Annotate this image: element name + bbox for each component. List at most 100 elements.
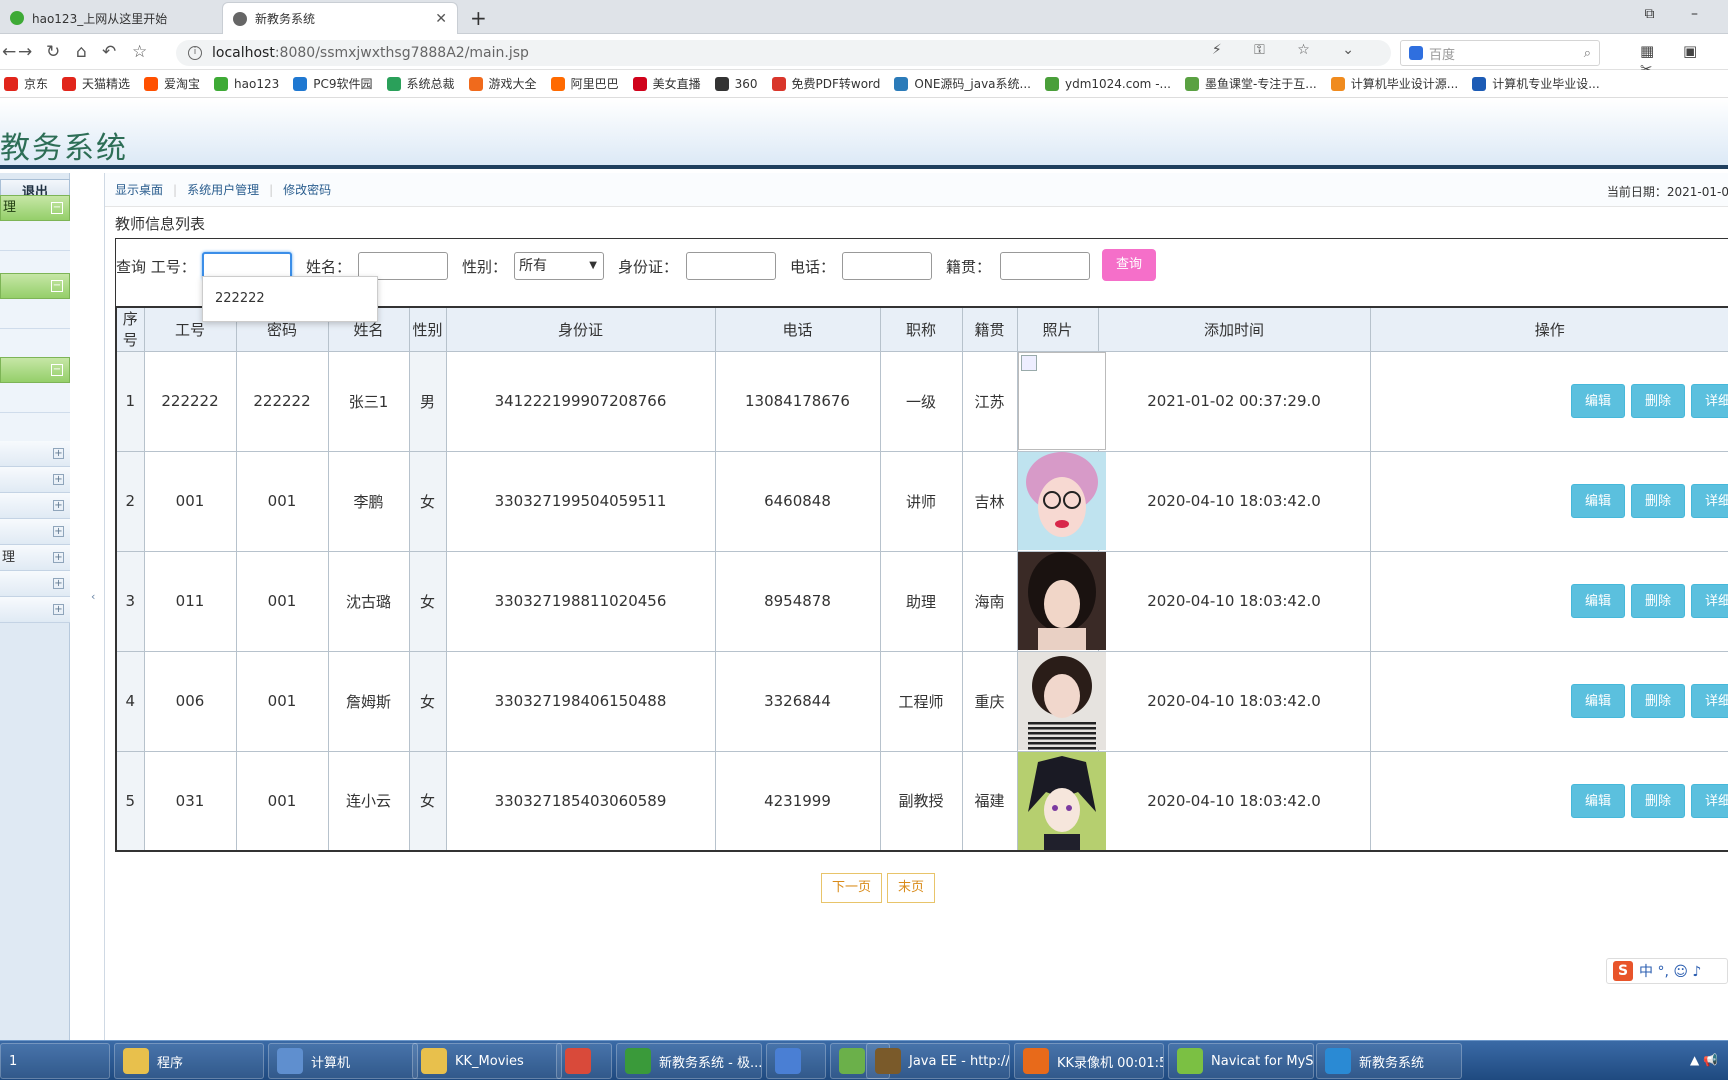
bookmark-item[interactable]: 美女直播 [632, 75, 701, 92]
sidebar-collapsed-item[interactable]: + [0, 571, 70, 597]
expand-icon[interactable]: + [53, 552, 64, 563]
edit-button[interactable]: 编辑 [1570, 584, 1625, 618]
undo-icon[interactable]: ↶ [102, 42, 116, 62]
bookmark-item[interactable]: 墨鱼课堂-专注于互... [1184, 75, 1317, 92]
bookmark-item[interactable]: 计算机专业毕业设... [1472, 75, 1600, 92]
sidebar-subitem[interactable] [0, 383, 70, 413]
info-icon[interactable]: i [188, 46, 202, 60]
reload-icon[interactable]: ↻ [46, 42, 60, 62]
expand-icon[interactable]: + [53, 578, 64, 589]
taskbar-item[interactable]: 新教务系统 [1316, 1043, 1462, 1079]
tab-jiaowu[interactable]: 新教务系统 ✕ [222, 2, 458, 34]
close-tab-icon[interactable]: ✕ [435, 11, 447, 27]
bookmark-item[interactable]: 天猫精选 [62, 75, 130, 92]
bookmark-item[interactable]: ydm1024.com -... [1044, 76, 1171, 91]
bookmark-item[interactable]: 京东 [4, 75, 48, 92]
detail-button[interactable]: 详细 [1690, 384, 1728, 418]
bookmark-item[interactable]: 计算机毕业设计源... [1330, 75, 1458, 92]
delete-button[interactable]: 删除 [1630, 783, 1685, 818]
forward-icon[interactable]: → [18, 42, 32, 62]
bookmark-item[interactable]: PC9软件园 [293, 75, 373, 92]
address-action-icons[interactable]: ⚡ ⚿ ☆ ⌄ [1212, 42, 1368, 58]
window-controls[interactable]: ⧉ – [1645, 6, 1714, 22]
gender: 男 [408, 350, 447, 452]
delete-button[interactable]: 删除 [1630, 484, 1685, 518]
next-page-button[interactable]: 下一页 [821, 873, 883, 903]
edit-button[interactable]: 编辑 [1570, 384, 1625, 418]
sidebar-group-1[interactable]: 理 − [0, 195, 70, 221]
link-user-management[interactable]: 系统用户管理 [187, 181, 259, 198]
taskbar-item[interactable]: 计算机 [268, 1043, 418, 1079]
taskbar-item[interactable]: 新教务系统 - 极... [616, 1043, 762, 1079]
sidebar-subitem[interactable] [0, 413, 70, 443]
bookmark-item[interactable]: ONE源码_java系统... [894, 75, 1031, 92]
edit-button[interactable]: 编辑 [1570, 783, 1625, 818]
new-tab-button[interactable]: + [470, 6, 487, 30]
expand-icon[interactable]: + [53, 474, 64, 485]
bookmark-item[interactable]: 360 [714, 76, 758, 91]
collapse-icon[interactable]: − [51, 202, 63, 214]
home-icon[interactable]: ⌂ [76, 42, 87, 62]
taskbar-item[interactable]: Navicat for MyS... [1168, 1043, 1314, 1079]
link-show-desktop[interactable]: 显示桌面 [115, 181, 163, 198]
expand-icon[interactable]: + [53, 526, 64, 537]
search-box[interactable]: 百度 ⌕ [1400, 40, 1600, 66]
delete-button[interactable]: 删除 [1630, 684, 1685, 718]
system-tray[interactable]: ▲ 📢 [1690, 1053, 1718, 1067]
job-title: 助理 [879, 550, 963, 652]
delete-button[interactable]: 删除 [1630, 584, 1685, 618]
sidebar-subitem[interactable] [0, 329, 70, 359]
taskbar-item[interactable]: 1 [0, 1043, 110, 1079]
tab-hao123[interactable]: hao123_上网从这里开始 [0, 2, 216, 34]
autocomplete-dropdown[interactable]: 222222 [202, 276, 378, 322]
sidebar-subitem[interactable] [0, 221, 70, 251]
taskbar-item[interactable] [556, 1043, 612, 1079]
collapse-icon[interactable]: − [51, 364, 63, 376]
url-input[interactable]: i localhost:8080/ssmxjwxthsg7888A2/main.… [176, 40, 1391, 66]
gender-select[interactable]: 所有 ▼ [514, 252, 604, 280]
id-card-input[interactable] [686, 252, 776, 280]
expand-icon[interactable]: + [53, 448, 64, 459]
sidebar-collapsed-item[interactable]: + [0, 597, 70, 623]
expand-icon[interactable]: + [53, 604, 64, 615]
sidebar-collapsed-item[interactable]: + [0, 467, 70, 493]
sidebar-subitem[interactable] [0, 299, 70, 329]
detail-button[interactable]: 详细 [1690, 484, 1728, 518]
bookmark-item[interactable]: 游戏大全 [468, 75, 537, 92]
taskbar-item[interactable] [766, 1043, 826, 1079]
query-button[interactable]: 查询 [1102, 249, 1156, 281]
collapse-icon[interactable]: − [51, 280, 63, 292]
bookmark-item[interactable]: hao123 [214, 76, 279, 91]
detail-button[interactable]: 详细 [1690, 783, 1728, 818]
back-icon[interactable]: ← [2, 42, 16, 62]
detail-button[interactable]: 详细 [1690, 684, 1728, 718]
sidebar-group-2[interactable]: − [0, 273, 70, 299]
bookmark-item[interactable]: 阿里巴巴 [550, 75, 619, 92]
sidebar-collapsed-item[interactable]: + [0, 493, 70, 519]
autocomplete-option[interactable]: 222222 [215, 291, 265, 306]
taskbar-item[interactable]: 程序 [114, 1043, 264, 1079]
taskbar-item[interactable]: Java EE - http://l... [866, 1043, 1010, 1079]
last-page-button[interactable]: 末页 [887, 873, 936, 903]
edit-button[interactable]: 编辑 [1570, 484, 1625, 518]
sidebar-collapsed-item[interactable]: + [0, 519, 70, 545]
bookmark-item[interactable]: 爱淘宝 [144, 75, 200, 92]
sidebar-group-3[interactable]: − [0, 357, 70, 383]
taskbar-item[interactable]: KK_Movies [412, 1043, 562, 1079]
bookmark-item[interactable]: 系统总裁 [386, 75, 455, 92]
link-change-password[interactable]: 修改密码 [283, 181, 331, 198]
sidebar-collapsed-item[interactable]: 理 + [0, 545, 70, 571]
edit-button[interactable]: 编辑 [1570, 684, 1625, 718]
expand-icon[interactable]: + [53, 500, 64, 511]
taskbar-item[interactable]: KK录像机 00:01:56 [1014, 1043, 1164, 1079]
delete-button[interactable]: 删除 [1630, 384, 1685, 418]
phone-input[interactable] [842, 252, 932, 280]
ime-toolbar[interactable]: S 中 °, ☺ ♪ [1606, 958, 1728, 984]
native-input[interactable] [1000, 252, 1090, 280]
bookmark-item[interactable]: 免费PDF转word [771, 75, 880, 92]
search-icon[interactable]: ⌕ [1584, 46, 1591, 61]
detail-button[interactable]: 详细 [1690, 584, 1728, 618]
sidebar-collapsed-item[interactable]: + [0, 441, 70, 467]
star-icon[interactable]: ☆ [132, 42, 147, 62]
sidebar-toggle-icon[interactable]: ‹ [91, 590, 95, 603]
